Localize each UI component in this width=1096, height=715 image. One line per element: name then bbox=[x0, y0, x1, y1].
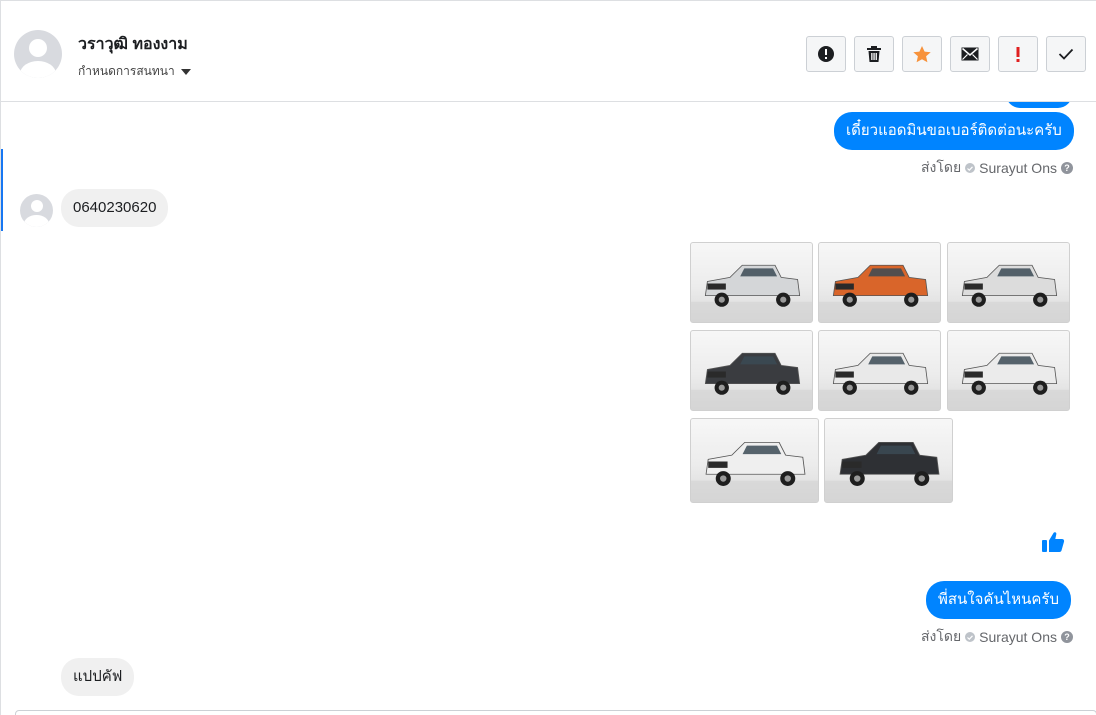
sent-by-info: ส่งโดย Surayut Ons ? bbox=[921, 626, 1073, 648]
incoming-message[interactable]: แปปคัฟ bbox=[61, 658, 135, 696]
gallery-image[interactable] bbox=[818, 242, 941, 323]
alert-circle-icon bbox=[818, 46, 834, 62]
gallery-image[interactable] bbox=[690, 330, 813, 411]
contact-avatar[interactable] bbox=[14, 30, 62, 78]
mark-done-button[interactable] bbox=[1046, 36, 1086, 72]
star-button[interactable] bbox=[902, 36, 942, 72]
mark-unread-button[interactable] bbox=[950, 36, 990, 72]
mark-important-button[interactable] bbox=[998, 36, 1038, 72]
thumbs-up-icon[interactable] bbox=[1041, 530, 1065, 559]
agent-name[interactable]: Surayut Ons bbox=[979, 160, 1057, 176]
gallery-image[interactable] bbox=[947, 330, 1070, 411]
conversation-actions bbox=[806, 36, 1086, 72]
star-icon bbox=[913, 45, 931, 62]
check-icon bbox=[1058, 48, 1074, 60]
help-icon[interactable]: ? bbox=[1061, 162, 1073, 174]
incoming-message[interactable]: 0640230620 bbox=[61, 189, 169, 227]
conversation-status-dropdown[interactable]: กำหนดการสนทนา bbox=[78, 62, 191, 81]
delete-button[interactable] bbox=[854, 36, 894, 72]
gallery-image[interactable] bbox=[690, 418, 819, 503]
help-icon[interactable]: ? bbox=[1061, 631, 1073, 643]
exclamation-icon bbox=[1016, 47, 1020, 62]
envelope-icon bbox=[961, 47, 979, 61]
report-spam-button[interactable] bbox=[806, 36, 846, 72]
gallery-image[interactable] bbox=[818, 330, 941, 411]
conversation-header: วราวุฒิ ทองงาม กำหนดการสนทนา bbox=[1, 1, 1096, 102]
sent-by-info: ส่งโดย Surayut Ons ? bbox=[921, 157, 1073, 179]
chat-window: วราวุฒิ ทองงาม กำหนดการสนทนา เดี๋ยวแอดมิ… bbox=[0, 0, 1096, 715]
gallery-image[interactable] bbox=[947, 242, 1070, 323]
conversation-status-label: กำหนดการสนทนา bbox=[78, 64, 175, 78]
gallery-image[interactable] bbox=[824, 418, 953, 503]
message-list[interactable]: เดี๋ยวแอดมินขอเบอร์ติดต่อนะครับ ส่งโดย S… bbox=[1, 102, 1096, 715]
sent-check-icon bbox=[965, 163, 976, 173]
previous-message-bubble bbox=[1006, 102, 1072, 108]
outgoing-message[interactable]: พี่สนใจคันไหนครับ bbox=[926, 581, 1071, 619]
trash-icon bbox=[867, 46, 881, 62]
sent-by-label: ส่งโดย bbox=[920, 159, 962, 175]
contact-avatar-small[interactable] bbox=[20, 194, 53, 227]
selected-thread-indicator bbox=[1, 149, 3, 231]
sent-by-label: ส่งโดย bbox=[920, 628, 962, 644]
contact-name[interactable]: วราวุฒิ ทองงาม bbox=[78, 32, 188, 57]
message-composer[interactable] bbox=[15, 710, 1096, 715]
caret-down-icon bbox=[180, 68, 191, 75]
agent-name[interactable]: Surayut Ons bbox=[979, 629, 1057, 645]
gallery-image[interactable] bbox=[690, 242, 813, 323]
outgoing-message[interactable]: เดี๋ยวแอดมินขอเบอร์ติดต่อนะครับ bbox=[834, 112, 1074, 150]
sent-check-icon bbox=[965, 632, 976, 642]
